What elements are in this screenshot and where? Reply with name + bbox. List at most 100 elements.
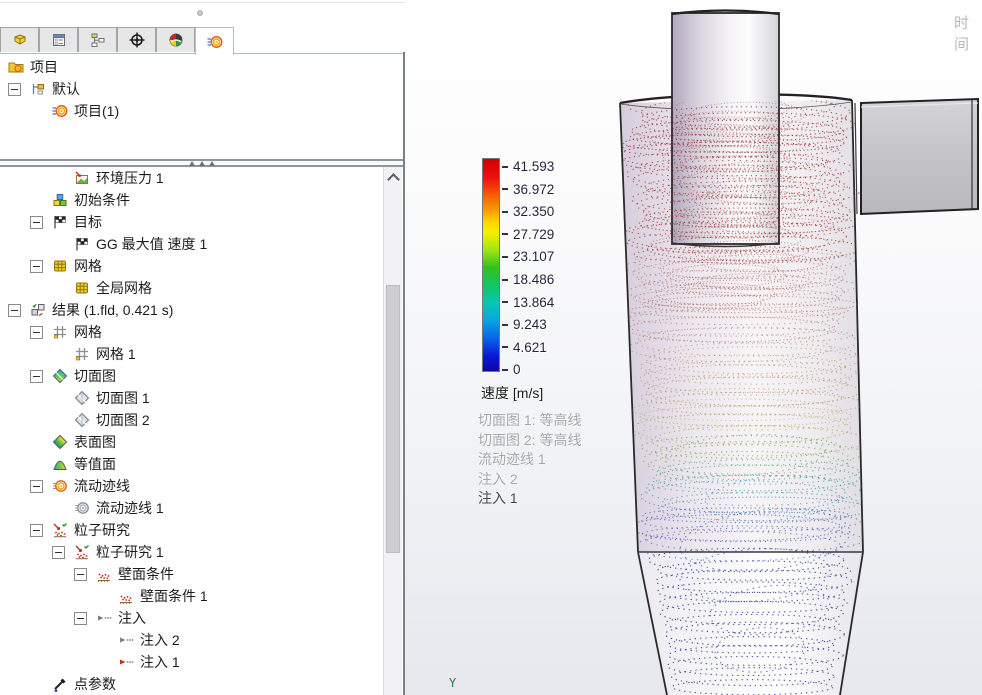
collapse-minus-icon[interactable]: [8, 83, 21, 96]
scrollbar-thumb[interactable]: [386, 285, 400, 553]
legend-value: 0: [513, 362, 521, 377]
feature-manager-icon: [12, 32, 28, 48]
particle-icon: [74, 544, 90, 560]
tree-scrollbar[interactable]: [383, 167, 402, 695]
tree-item[interactable]: 壁面条件: [0, 563, 383, 585]
tree-item[interactable]: 环境压力 1: [0, 167, 383, 189]
legend-value: 27.729: [513, 227, 554, 242]
particle-icon: [52, 522, 68, 538]
iso-icon: [52, 456, 68, 472]
tree-item[interactable]: 默认: [0, 78, 383, 100]
plot-caption: 流动迹线 1: [478, 450, 581, 470]
tree-splitter[interactable]: [0, 159, 404, 167]
result-icon: [30, 302, 46, 318]
collapse-minus-icon[interactable]: [30, 480, 43, 493]
tree-item[interactable]: 全局网格: [0, 277, 383, 299]
legend-tick: [502, 324, 508, 326]
tree-item[interactable]: GG 最大值 速度 1: [0, 233, 383, 255]
manager-tab-flow-simulation[interactable]: [195, 27, 234, 55]
wall-icon: [118, 588, 134, 604]
mesh-hash-icon: [74, 346, 90, 362]
graphics-viewport[interactable]: 41.59336.97232.35027.72923.10718.48613.8…: [405, 0, 982, 695]
collapse-minus-icon[interactable]: [74, 568, 87, 581]
collapse-minus-icon[interactable]: [30, 524, 43, 537]
collapse-minus-icon[interactable]: [52, 546, 65, 559]
pressure-icon: [74, 170, 90, 186]
mesh-hash-icon: [52, 324, 68, 340]
tree-item-label: 切面图 2: [96, 410, 150, 430]
tree-item[interactable]: 网格: [0, 321, 383, 343]
panel-grip-dot[interactable]: [197, 10, 203, 16]
legend-value: 18.486: [513, 272, 554, 287]
tree-item[interactable]: 粒子研究: [0, 519, 383, 541]
tree-item[interactable]: 网格 1: [0, 343, 383, 365]
tree-item[interactable]: 表面图: [0, 431, 383, 453]
collapse-minus-icon[interactable]: [30, 260, 43, 273]
manager-tab-configuration-manager[interactable]: [78, 27, 117, 52]
tree-item[interactable]: 点参数: [0, 673, 383, 695]
tree-item[interactable]: 注入 1: [0, 651, 383, 673]
manager-tab-display-manager[interactable]: [156, 27, 195, 52]
tree-item[interactable]: 壁面条件 1: [0, 585, 383, 607]
tree-item[interactable]: 项目(1): [0, 100, 383, 122]
mesh-yellow-icon: [52, 258, 68, 274]
flow-simulation-icon: [207, 34, 223, 50]
cutplot-icon: [52, 368, 68, 384]
legend-value-row: 4.621: [502, 340, 547, 355]
collapse-minus-icon[interactable]: [30, 326, 43, 339]
inject-red-icon: [118, 654, 134, 670]
plot-caption: 切面图 2: 等高线: [478, 431, 581, 451]
y-axis-label: Y: [449, 676, 456, 690]
mesh-yellow-icon: [74, 280, 90, 296]
manager-tab-property-manager[interactable]: [39, 27, 78, 52]
tree-item[interactable]: 粒子研究 1: [0, 541, 383, 563]
tree-item[interactable]: 目标: [0, 211, 383, 233]
legend-value: 13.864: [513, 295, 554, 310]
dimxpert-manager-icon: [129, 32, 145, 48]
legend-value: 32.350: [513, 204, 554, 219]
tree-item[interactable]: 网格: [0, 255, 383, 277]
tree-item[interactable]: 结果 (1.fld, 0.421 s): [0, 299, 383, 321]
tree-item[interactable]: 切面图: [0, 365, 383, 387]
tree-item[interactable]: 切面图 2: [0, 409, 383, 431]
manager-tab-feature-manager[interactable]: [0, 27, 39, 52]
surface-icon: [52, 434, 68, 450]
legend-value-row: 41.593: [502, 159, 554, 174]
legend-value-row: 27.729: [502, 227, 554, 242]
collapse-minus-icon[interactable]: [74, 612, 87, 625]
project-tree: 项目默认项目(1): [0, 56, 383, 128]
legend-value-row: 23.107: [502, 249, 554, 264]
wall-icon: [96, 566, 112, 582]
traj-icon: [52, 478, 68, 494]
manager-tab-dimxpert-manager[interactable]: [117, 27, 156, 52]
tree-item-label: GG 最大值 速度 1: [96, 234, 207, 254]
legend-tick: [502, 369, 508, 371]
collapse-minus-icon[interactable]: [30, 216, 43, 229]
collapse-minus-icon[interactable]: [30, 370, 43, 383]
flow-project-icon: [52, 103, 68, 119]
tree-item[interactable]: 流动迹线 1: [0, 497, 383, 519]
tree-item[interactable]: 注入 2: [0, 629, 383, 651]
tree-item-label: 点参数: [74, 674, 116, 694]
tree-item-label: 注入 2: [140, 630, 180, 650]
plot-caption: 切面图 1: 等高线: [478, 411, 581, 431]
tree-item-label: 环境压力 1: [96, 168, 164, 188]
tree-item-label: 表面图: [74, 432, 116, 452]
legend-tick: [502, 301, 508, 303]
legend-value-row: 32.350: [502, 204, 554, 219]
flag-icon: [74, 236, 90, 252]
tree-item[interactable]: 切面图 1: [0, 387, 383, 409]
tree-item[interactable]: 项目: [0, 56, 383, 78]
scroll-up-arrow-icon[interactable]: [384, 167, 402, 185]
legend-value: 23.107: [513, 249, 554, 264]
tree-item[interactable]: 流动迹线: [0, 475, 383, 497]
legend-title: 速度 [m/s]: [481, 383, 543, 403]
tree-item[interactable]: 注入: [0, 607, 383, 629]
tree-item[interactable]: 初始条件: [0, 189, 383, 211]
tree-item-label: 网格 1: [96, 344, 136, 364]
tree-item-label: 注入 1: [140, 652, 180, 672]
tree-item[interactable]: 等值面: [0, 453, 383, 475]
tree-item-label: 全局网格: [96, 278, 152, 298]
collapse-minus-icon[interactable]: [8, 304, 21, 317]
configuration-icon: [30, 81, 46, 97]
